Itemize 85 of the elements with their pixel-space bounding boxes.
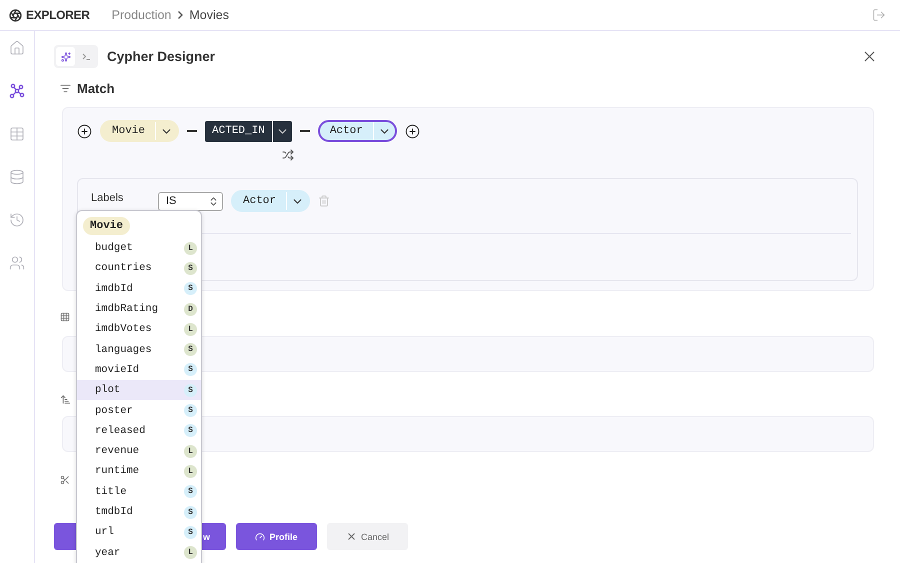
sort-icon — [60, 394, 71, 404]
property-item[interactable]: plot S — [77, 380, 201, 400]
property-name: imdbRating — [95, 303, 158, 316]
table-icon[interactable] — [9, 126, 25, 142]
property-name: imdbVotes — [95, 323, 152, 336]
type-badge: S — [184, 506, 197, 518]
property-name: countries — [95, 262, 152, 274]
property-name: movieId — [95, 364, 140, 376]
database-icon[interactable] — [9, 169, 25, 185]
scissors-icon — [60, 475, 70, 485]
type-badge: L — [184, 464, 197, 478]
property-item[interactable]: runtime L — [77, 461, 201, 482]
property-item[interactable]: countries S — [77, 258, 201, 279]
property-name: languages — [95, 344, 152, 356]
mode-toggle[interactable] — [54, 45, 98, 68]
home-icon[interactable] — [9, 40, 25, 56]
section-title: Match — [77, 80, 115, 96]
type-badge: S — [184, 485, 197, 498]
property-name: tmdbId — [95, 506, 133, 518]
updown-icon — [208, 196, 219, 206]
type-badge: D — [184, 302, 197, 316]
breadcrumb-item[interactable]: Movies — [189, 8, 229, 22]
property-name: plot — [95, 384, 120, 396]
property-name: title — [95, 486, 127, 498]
property-name: url — [95, 526, 114, 538]
type-badge: S — [184, 262, 197, 275]
shuffle-icon[interactable] — [282, 149, 294, 161]
node-label-chip[interactable]: Actor — [318, 120, 397, 142]
relationship-chip[interactable]: ACTED_IN — [205, 120, 292, 142]
type-badge: L — [184, 546, 197, 560]
property-item[interactable]: url S — [77, 522, 201, 542]
node-label-chip: Movie — [83, 217, 130, 235]
property-name: released — [95, 424, 146, 437]
sparkles-icon[interactable] — [60, 52, 70, 62]
type-badge: L — [184, 242, 197, 255]
operator-select[interactable]: IS — [158, 192, 223, 210]
type-badge: L — [184, 322, 197, 336]
property-item[interactable]: imdbVotes L — [77, 319, 201, 340]
breadcrumb-item[interactable]: Production — [112, 8, 172, 22]
add-icon[interactable] — [404, 124, 420, 138]
add-icon[interactable] — [77, 124, 92, 138]
type-badge: S — [184, 363, 197, 376]
terminal-icon[interactable] — [82, 52, 91, 61]
property-item[interactable]: poster S — [77, 400, 201, 421]
close-icon — [346, 531, 357, 542]
node-label-chip[interactable]: Movie — [100, 120, 180, 142]
property-name: poster — [95, 404, 133, 417]
filter-label: Labels — [91, 192, 124, 204]
type-badge: L — [184, 444, 197, 458]
primary-button[interactable]: Profile — [236, 523, 317, 550]
property-item[interactable]: movieId S — [77, 360, 201, 380]
property-item[interactable]: released S — [77, 420, 201, 441]
property-item[interactable]: imdbId S — [77, 278, 201, 299]
property-name: imdbId — [95, 282, 133, 295]
property-item[interactable]: languages S — [77, 339, 201, 360]
property-item[interactable]: tmdbId S — [77, 502, 201, 522]
property-item[interactable]: imdbRating D — [77, 298, 201, 320]
graph-icon[interactable] — [9, 83, 25, 99]
chevron-right-icon — [175, 10, 186, 20]
trash-icon[interactable] — [318, 195, 330, 207]
property-name: runtime — [95, 465, 140, 478]
table-icon — [60, 312, 70, 322]
history-icon[interactable] — [9, 212, 25, 228]
designer-title: Cypher Designer — [107, 49, 216, 64]
type-badge: S — [184, 282, 197, 296]
type-badge: S — [184, 526, 197, 539]
type-badge: S — [184, 404, 197, 418]
logout-icon[interactable] — [872, 8, 886, 22]
property-item[interactable]: revenue L — [77, 440, 201, 462]
type-badge: S — [184, 384, 197, 397]
type-badge: S — [184, 343, 197, 356]
secondary-button[interactable]: Cancel — [327, 523, 408, 550]
property-name: budget — [95, 242, 133, 254]
type-badge: S — [184, 424, 197, 438]
users-icon[interactable] — [9, 255, 25, 271]
property-name: year — [95, 546, 120, 559]
gauge-icon — [255, 532, 266, 542]
label-value-chip[interactable]: Actor — [231, 190, 310, 212]
property-item[interactable]: year L — [77, 542, 201, 563]
logo-icon — [9, 8, 22, 22]
property-name: revenue — [95, 445, 140, 458]
property-item[interactable]: budget L — [77, 238, 201, 258]
property-item[interactable]: title S — [77, 482, 201, 502]
app-logo: EXPLORER — [26, 8, 90, 22]
filter-icon — [60, 82, 71, 94]
